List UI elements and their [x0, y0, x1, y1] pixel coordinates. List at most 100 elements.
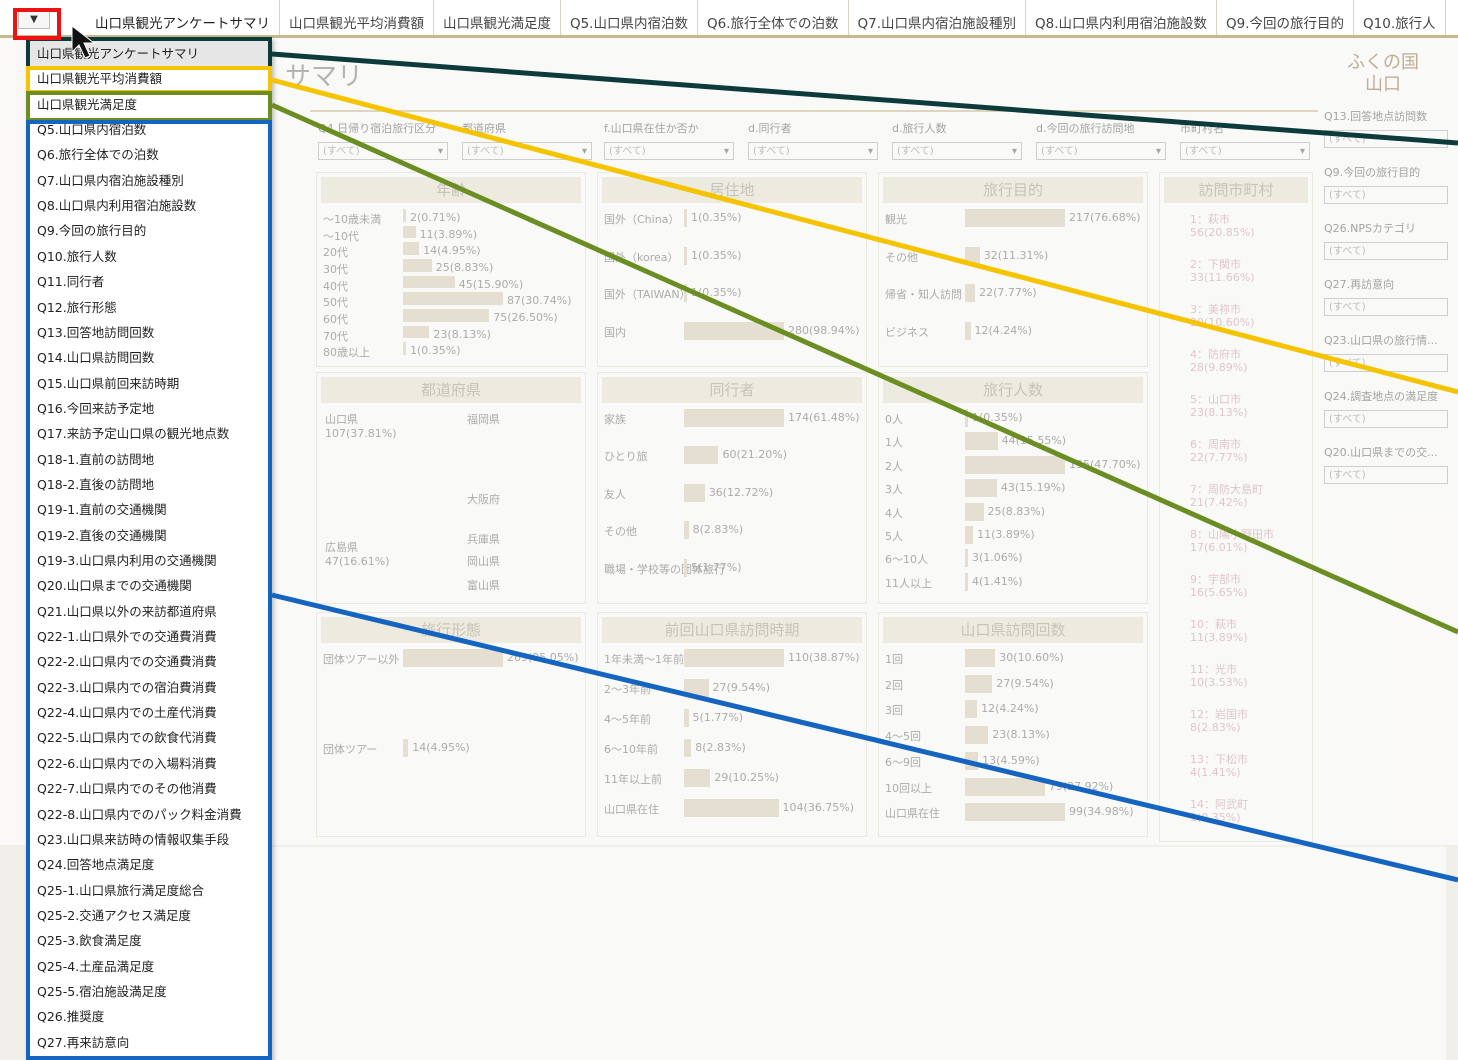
tab-list-item[interactable]: Q25-1.山口県旅行満足度総合 — [27, 878, 271, 903]
bar — [965, 321, 971, 340]
tab-list-item[interactable]: Q11.同行者 — [27, 269, 271, 294]
tab-list-item[interactable]: Q16.今回来訪予定地 — [27, 396, 271, 421]
tab-list-item[interactable]: Q22-4.山口県内での土産代消費 — [27, 700, 271, 725]
tab-list-item[interactable]: Q23.山口県来訪時の情報収集手段 — [27, 827, 271, 852]
tab-list-item[interactable]: Q10.旅行人数 — [27, 244, 271, 269]
filter-select[interactable]: (すべて) — [318, 142, 448, 161]
tab-list-item[interactable]: Q22-7.山口県内でのその他消費 — [27, 776, 271, 801]
tab-list-item[interactable]: Q20.山口県までの交通機関 — [27, 573, 271, 598]
filter: d.旅行人数 (すべて) — [892, 120, 1022, 161]
row-label: 4～5年前 — [604, 713, 651, 726]
bar — [684, 521, 689, 540]
side-filter-select[interactable]: (すべて) — [1324, 354, 1448, 372]
city-label: 30(10.60%) — [1190, 316, 1255, 329]
bar — [684, 446, 719, 465]
tab-list-item[interactable]: Q7.山口県内宿泊施設種別 — [27, 168, 271, 193]
tab-list-item[interactable]: Q6.旅行全体での泊数 — [27, 142, 271, 167]
bar-value: 44(15.55%) — [1001, 434, 1067, 448]
filter: 市町村名 (すべて) — [1180, 120, 1310, 161]
city-label: 16(5.65%) — [1190, 586, 1248, 599]
tab-4[interactable]: Q5.山口県内宿泊数 — [561, 0, 698, 35]
tab-list-item[interactable]: Q8.山口県内利用宿泊施設数 — [27, 193, 271, 218]
tab-list-item[interactable]: Q18-2.直後の訪問地 — [27, 472, 271, 497]
tab-1[interactable]: 山口県観光アンケートサマリ — [86, 0, 280, 35]
side-filter-select[interactable]: (すべて) — [1324, 130, 1448, 148]
tab-list-item[interactable]: Q19-3.山口県内利用の交通機関 — [27, 548, 271, 573]
tab-list-item[interactable]: Q22-8.山口県内でのパック料金消費 — [27, 802, 271, 827]
bar-value: 12(4.24%) — [981, 702, 1039, 716]
bar-value: 12(4.24%) — [974, 323, 1033, 337]
city-label: 11：光市 — [1190, 663, 1237, 676]
tab-list-item[interactable]: Q13.回答地訪問回数 — [27, 320, 271, 345]
bar — [965, 549, 968, 568]
tab-list-item[interactable]: Q25-5.宿泊施設満足度 — [27, 979, 271, 1004]
bar-value: 280(98.94%) — [788, 323, 860, 337]
tab-2[interactable]: 山口県観光平均消費額 — [280, 0, 434, 35]
tab-8[interactable]: Q9.今回の旅行目的 — [1217, 0, 1355, 35]
tab-label: Q5.山口県内宿泊数 — [569, 16, 688, 32]
tab-list-item[interactable]: Q22-5.山口県内での飲食代消費 — [27, 725, 271, 750]
tab-list-dropdown[interactable]: 山口県観光アンケートサマリ 山口県観光平均消費額 山口県観光満足度 Q5.山口県内宿泊… — [26, 38, 272, 1060]
tab-list-item[interactable]: Q17.来訪予定山口県の観光地点数 — [27, 421, 271, 446]
tab-list-item[interactable]: Q24.回答地点満足度 — [27, 852, 271, 877]
tab-list-item[interactable]: Q22-1.山口県外での交通費消費 — [27, 624, 271, 649]
tab-list-item[interactable]: Q25-4.土産品満足度 — [27, 954, 271, 979]
bar — [965, 479, 997, 498]
tab-list-item[interactable]: Q14.山口県訪問回数 — [27, 345, 271, 370]
tab-list-item[interactable]: Q18-1.直前の訪問地 — [27, 447, 271, 472]
city-label: 13：下松市 — [1190, 753, 1248, 766]
tab-bar: ▼ 山口県観光アンケートサマリ 山口県観光平均消費額 山口県観光満足度 Q5.山口県内… — [0, 0, 1458, 38]
tab-7[interactable]: Q8.山口県内利用宿泊施設数 — [1026, 0, 1218, 35]
tab-label: Q8.山口県内利用宿泊施設数 — [1035, 16, 1208, 32]
tab-9[interactable]: Q10.旅行人 — [1354, 0, 1446, 35]
row-label: 国外（TAIWAN） — [604, 288, 691, 301]
row-label: 友人 — [604, 487, 626, 501]
tab-list-item[interactable]: Q15.山口県前回来訪時期 — [27, 371, 271, 396]
tab-list-item[interactable]: Q25-3.飲食満足度 — [27, 928, 271, 953]
bar-value: 75(26.50%) — [493, 311, 558, 324]
filter-select[interactable]: (すべて) — [892, 142, 1022, 161]
bar — [965, 700, 978, 719]
filter-select[interactable]: (すべて) — [604, 142, 734, 161]
side-filter-select[interactable]: (すべて) — [1324, 298, 1448, 316]
tab-list-item[interactable]: Q26.推奨度 — [27, 1004, 271, 1029]
tab-list-item[interactable]: Q21.山口県以外の来訪都道府県 — [27, 599, 271, 624]
bar-value: 1(0.35%) — [972, 411, 1023, 424]
filter: d.今回の旅行訪問地 (すべて) — [1036, 120, 1166, 161]
filter-select[interactable]: (すべて) — [462, 142, 592, 161]
tab-list-item[interactable]: Q9.今回の旅行目的 — [27, 218, 271, 243]
row-label: 1人 — [885, 436, 903, 450]
tab-3[interactable]: 山口県観光満足度 — [434, 0, 561, 35]
tab-6[interactable]: Q7.山口県内宿泊施設種別 — [849, 0, 1027, 35]
bar-value: 45(15.90%) — [458, 277, 524, 291]
tab-list-item[interactable]: Q5.山口県内宿泊数 — [27, 117, 271, 142]
side-filter-select[interactable]: (すべて) — [1324, 466, 1448, 484]
side-filter-select[interactable]: (すべて) — [1324, 242, 1448, 260]
tab-list-item[interactable]: Q22-6.山口県内での入場料消費 — [27, 751, 271, 776]
tab-list-item[interactable]: 山口県観光平均消費額 — [27, 66, 271, 91]
filter-select[interactable]: (すべて) — [1180, 142, 1310, 161]
tab-list-item[interactable]: Q22-2.山口県内での交通費消費 — [27, 649, 271, 674]
tab-list-item[interactable]: Q27.再来訪意向 — [27, 1030, 271, 1055]
bar — [403, 649, 503, 667]
tab-list-item[interactable]: Q22-3.山口県内での宿泊費消費 — [27, 675, 271, 700]
bar — [965, 455, 1065, 474]
city-label: 2：下関市 — [1190, 258, 1241, 271]
tab-5[interactable]: Q6.旅行全体での泊数 — [698, 0, 849, 35]
tab-list-item[interactable]: Q19-1.直前の交通機関 — [27, 497, 271, 522]
filter-label: 市町村名 — [1180, 122, 1224, 135]
side-filter-select[interactable]: (すべて) — [1324, 186, 1448, 204]
tab-list-item[interactable]: 山口県観光アンケートサマリ — [27, 41, 271, 67]
row-label: 4～5回 — [885, 730, 921, 744]
filter-select[interactable]: (すべて) — [748, 142, 878, 161]
filter-select[interactable]: (すべて) — [1036, 142, 1166, 161]
tab-label: Q7.山口県内宿泊施設種別 — [857, 16, 1017, 32]
side-filter-select[interactable]: (すべて) — [1324, 410, 1448, 428]
tab-list-item[interactable]: Q12.旅行形態 — [27, 295, 271, 320]
tab-list-item[interactable]: Q19-2.直後の交通機関 — [27, 523, 271, 548]
row-label: 40代 — [323, 279, 348, 293]
tab-list-item[interactable]: 山口県観光満足度 — [27, 92, 271, 117]
row-label: 2～3年前 — [604, 683, 651, 696]
tab-list-item[interactable]: Q25-2.交通アクセス満足度 — [27, 903, 271, 928]
bar-value: 25(8.83%) — [987, 504, 1046, 518]
